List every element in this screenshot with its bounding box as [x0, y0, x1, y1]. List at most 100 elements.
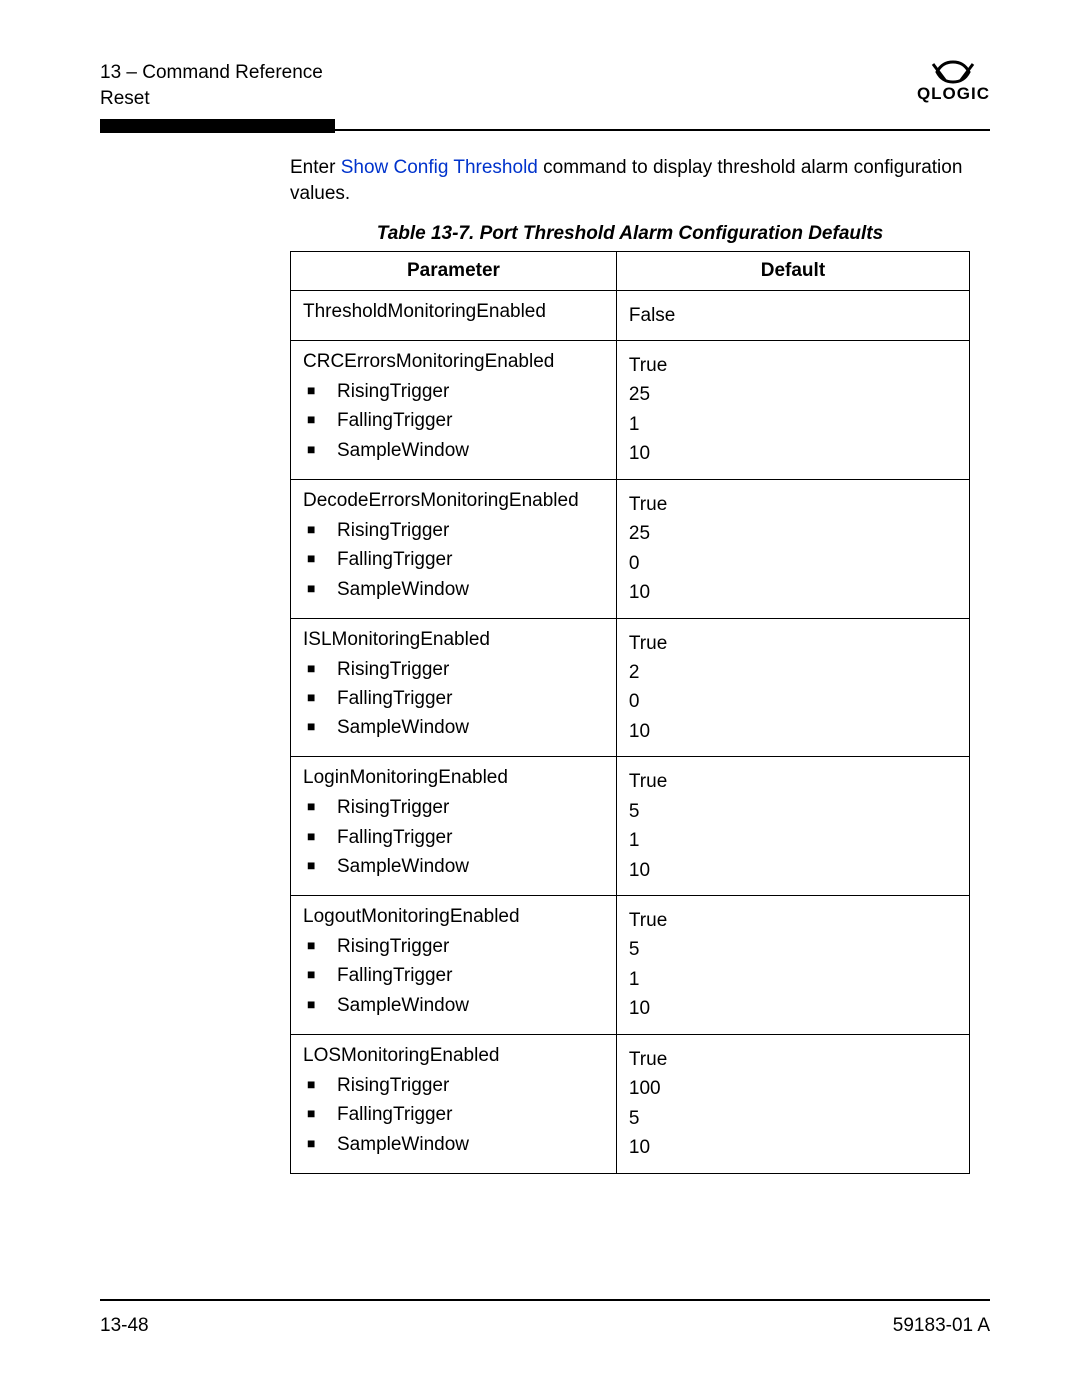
- default-cell: True2010: [616, 618, 969, 757]
- param-name: LogoutMonitoringEnabled: [303, 906, 604, 928]
- default-cell: True25110: [616, 341, 969, 480]
- bullet-icon: ■: [307, 1100, 337, 1127]
- sub-param-label: FallingTrigger: [337, 961, 452, 990]
- table-row: ThresholdMonitoringEnabled False: [291, 290, 970, 340]
- param-value: True: [629, 351, 957, 380]
- bullet-icon: ■: [307, 545, 337, 572]
- default-cell: True25010: [616, 479, 969, 618]
- param-name: CRCErrorsMonitoringEnabled: [303, 351, 604, 373]
- sub-param-label: FallingTrigger: [337, 823, 452, 852]
- param-name: ThresholdMonitoringEnabled: [303, 301, 604, 323]
- sub-param-value: 100: [629, 1074, 957, 1103]
- table-row: DecodeErrorsMonitoringEnabled ■RisingTrig…: [291, 479, 970, 618]
- sub-param: ■FallingTrigger: [307, 684, 604, 713]
- sub-param-value: 1: [629, 826, 957, 855]
- sub-param: ■FallingTrigger: [307, 1100, 604, 1129]
- bullet-icon: ■: [307, 684, 337, 711]
- bullet-icon: ■: [307, 793, 337, 820]
- page-footer: 13-48 59183-01 A: [100, 1299, 990, 1337]
- sub-param-value: 10: [629, 439, 957, 468]
- col-parameter: Parameter: [291, 251, 617, 290]
- bullet-icon: ■: [307, 713, 337, 740]
- sub-param-label: RisingTrigger: [337, 793, 449, 822]
- bullet-icon: ■: [307, 961, 337, 988]
- table-row: LoginMonitoringEnabled■RisingTrigger■Fal…: [291, 757, 970, 896]
- sub-param-label: RisingTrigger: [337, 516, 449, 545]
- page-number: 13-48: [100, 1315, 149, 1337]
- sub-param-value: 25: [629, 519, 957, 548]
- sub-param-label: RisingTrigger: [337, 655, 449, 684]
- default-cell: True5110: [616, 896, 969, 1035]
- param-cell: LOSMonitoringEnabled■RisingTrigger■Falli…: [291, 1034, 617, 1173]
- sub-param: ■SampleWindow: [307, 852, 604, 881]
- sub-param: ■RisingTrigger: [307, 793, 604, 822]
- sub-param-value: 1: [629, 965, 957, 994]
- bullet-icon: ■: [307, 1130, 337, 1157]
- param-name: LoginMonitoringEnabled: [303, 767, 604, 789]
- param-name: ISLMonitoringEnabled: [303, 629, 604, 651]
- sub-param: ■RisingTrigger: [307, 516, 604, 545]
- param-cell: LogoutMonitoringEnabled■RisingTrigger■Fa…: [291, 896, 617, 1035]
- param-value: True: [629, 767, 957, 796]
- defaults-table: Parameter Default ThresholdMonitoringEna…: [290, 251, 970, 1174]
- sub-param-value: 10: [629, 994, 957, 1023]
- sub-param-value: 10: [629, 578, 957, 607]
- sub-param-label: SampleWindow: [337, 575, 469, 604]
- sub-param-label: SampleWindow: [337, 713, 469, 742]
- bullet-icon: ■: [307, 377, 337, 404]
- param-name: LOSMonitoringEnabled: [303, 1045, 604, 1067]
- bullet-icon: ■: [307, 406, 337, 433]
- table-caption: Table 13-7. Port Threshold Alarm Configu…: [290, 223, 970, 245]
- sub-param: ■FallingTrigger: [307, 545, 604, 574]
- sub-param-label: FallingTrigger: [337, 684, 452, 713]
- sub-param: ■RisingTrigger: [307, 1071, 604, 1100]
- intro-paragraph: Enter Show Config Threshold command to d…: [290, 155, 970, 206]
- param-value: False: [629, 301, 957, 330]
- sub-param-value: 10: [629, 856, 957, 885]
- header-line-1: 13 – Command Reference: [100, 60, 323, 86]
- show-config-threshold-link[interactable]: Show Config Threshold: [341, 157, 538, 178]
- sub-param-value: 1: [629, 410, 957, 439]
- param-value: True: [629, 906, 957, 935]
- sub-param: ■SampleWindow: [307, 436, 604, 465]
- param-cell: ISLMonitoringEnabled■RisingTrigger■Falli…: [291, 618, 617, 757]
- sub-param-value: 0: [629, 549, 957, 578]
- sub-param: ■FallingTrigger: [307, 823, 604, 852]
- sub-param-label: FallingTrigger: [337, 545, 452, 574]
- page-header: 13 – Command Reference Reset QLOGIC: [100, 60, 990, 111]
- bullet-icon: ■: [307, 991, 337, 1018]
- footer-rule: [100, 1299, 990, 1301]
- sub-param-label: RisingTrigger: [337, 1071, 449, 1100]
- sub-param: ■FallingTrigger: [307, 406, 604, 435]
- param-value: True: [629, 629, 957, 658]
- bullet-icon: ■: [307, 436, 337, 463]
- param-cell: DecodeErrorsMonitoringEnabled ■RisingTrig…: [291, 479, 617, 618]
- param-name: DecodeErrorsMonitoringEnabled: [303, 490, 604, 512]
- sub-param: ■RisingTrigger: [307, 932, 604, 961]
- sub-param-label: RisingTrigger: [337, 377, 449, 406]
- sub-param-label: SampleWindow: [337, 991, 469, 1020]
- sub-param: ■RisingTrigger: [307, 377, 604, 406]
- page-body: Enter Show Config Threshold command to d…: [290, 155, 970, 1173]
- sub-param-value: 5: [629, 935, 957, 964]
- page: 13 – Command Reference Reset QLOGIC Ente…: [0, 0, 1080, 1397]
- param-value: True: [629, 490, 957, 519]
- table-row: LogoutMonitoringEnabled■RisingTrigger■Fa…: [291, 896, 970, 1035]
- bullet-icon: ■: [307, 932, 337, 959]
- bullet-icon: ■: [307, 655, 337, 682]
- sub-param-value: 2: [629, 658, 957, 687]
- doc-id: 59183-01 A: [893, 1315, 990, 1337]
- bullet-icon: ■: [307, 823, 337, 850]
- sub-param: ■SampleWindow: [307, 575, 604, 604]
- table-header-row: Parameter Default: [291, 251, 970, 290]
- sub-param-label: FallingTrigger: [337, 1100, 452, 1129]
- param-value: True: [629, 1045, 957, 1074]
- header-line-2: Reset: [100, 86, 323, 112]
- sub-param-value: 25: [629, 380, 957, 409]
- param-cell: CRCErrorsMonitoringEnabled■RisingTrigger…: [291, 341, 617, 480]
- bullet-icon: ■: [307, 1071, 337, 1098]
- sub-param: ■FallingTrigger: [307, 961, 604, 990]
- sub-param-value: 0: [629, 687, 957, 716]
- bullet-icon: ■: [307, 852, 337, 879]
- intro-prefix: Enter: [290, 157, 341, 178]
